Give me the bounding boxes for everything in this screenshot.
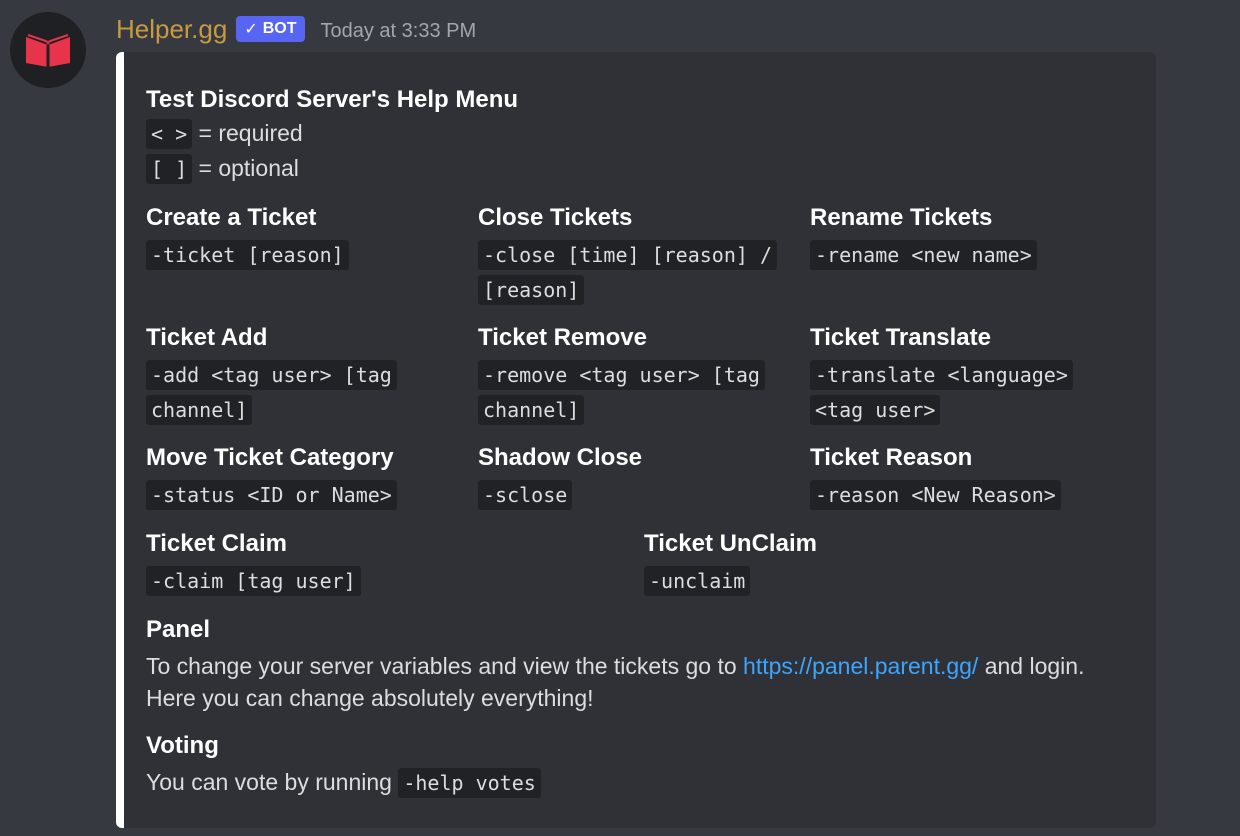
panel-text: To change your server variables and view… (146, 650, 1106, 714)
field-name: Ticket Translate (810, 324, 991, 351)
bot-tag: ✓ BOT (236, 16, 305, 42)
command-code: -reason <New Reason> (810, 480, 1061, 510)
voting-text: You can vote by running -help votes (146, 766, 1106, 800)
embed-title: Test Discord Server's Help Menu (146, 86, 519, 113)
field-ticket-add: Ticket Add -add <tag user> [tag channel] (146, 322, 438, 428)
legend-optional-text: = optional (192, 155, 299, 181)
voting-command-code: -help votes (398, 768, 541, 798)
command-code: -translate <language> <tag user> (810, 360, 1073, 425)
field-panel: Panel To change your server variables an… (146, 614, 1106, 714)
message-header: Helper.gg ✓ BOT Today at 3:33 PM (116, 12, 476, 46)
field-value: -rename <new name> (810, 238, 1120, 273)
field-name: Ticket Add (146, 324, 268, 351)
book-logo-icon (26, 34, 70, 67)
command-code: -close [time] [reason] / [reason] (478, 240, 777, 305)
panel-text-before: To change your server variables and view… (146, 653, 744, 679)
command-code: -ticket [reason] (146, 240, 349, 270)
field-value: -ticket [reason] (146, 238, 446, 273)
field-value: -status <ID or Name> (146, 478, 456, 513)
field-ticket-translate: Ticket Translate -translate <language> <… (810, 322, 1110, 428)
voting-text-label: You can vote by running (146, 769, 399, 795)
embed-content: Test Discord Server's Help Menu < > = re… (146, 84, 1136, 186)
field-name: Close Tickets (478, 204, 633, 231)
legend-required-code: < > (146, 119, 193, 149)
bot-tag-label: BOT (262, 20, 297, 37)
field-ticket-unclaim: Ticket UnClaim -unclaim (644, 528, 1104, 599)
field-rename-tickets: Rename Tickets -rename <new name> (810, 202, 1120, 273)
field-name: Voting (146, 732, 219, 759)
command-code: -status <ID or Name> (146, 480, 397, 510)
command-code: -sclose (478, 480, 573, 510)
field-name: Move Ticket Category (146, 444, 394, 471)
field-value: -close [time] [reason] / [reason] (478, 238, 796, 308)
field-close-tickets: Close Tickets -close [time] [reason] / [… (478, 202, 796, 308)
legend-optional-code: [ ] (146, 154, 193, 184)
command-code: -claim [tag user] (146, 566, 361, 596)
username[interactable]: Helper.gg (116, 14, 227, 45)
help-embed: Test Discord Server's Help Menu < > = re… (116, 52, 1156, 828)
field-move-ticket-category: Move Ticket Category -status <ID or Name… (146, 442, 456, 513)
command-code: -unclaim (644, 566, 751, 596)
field-name: Shadow Close (478, 444, 643, 471)
embed-accent-bar (116, 52, 124, 828)
field-name: Ticket Reason (810, 444, 973, 471)
panel-link[interactable]: https://panel.parent.gg/ (743, 653, 978, 679)
legend-required-text: = required (192, 120, 303, 146)
legend-optional: [ ] = optional (146, 151, 1136, 186)
field-value: -add <tag user> [tag channel] (146, 358, 438, 428)
avatar[interactable] (10, 12, 86, 88)
legend-required: < > = required (146, 116, 1136, 151)
field-value: -unclaim (644, 564, 1104, 599)
verified-check-icon: ✓ (244, 21, 258, 38)
field-voting: Voting You can vote by running -help vot… (146, 730, 1106, 800)
field-ticket-claim: Ticket Claim -claim [tag user] (146, 528, 606, 599)
field-ticket-reason: Ticket Reason -reason <New Reason> (810, 442, 1120, 513)
command-code: -rename <new name> (810, 240, 1037, 270)
timestamp[interactable]: Today at 3:33 PM (321, 20, 477, 43)
field-shadow-close: Shadow Close -sclose (478, 442, 788, 513)
field-ticket-remove: Ticket Remove -remove <tag user> [tag ch… (478, 322, 804, 428)
field-create-ticket: Create a Ticket -ticket [reason] (146, 202, 446, 273)
field-name: Create a Ticket (146, 204, 317, 231)
field-value: -remove <tag user> [tag channel] (478, 358, 804, 428)
field-value: -claim [tag user] (146, 564, 606, 599)
field-name: Ticket Claim (146, 530, 287, 557)
command-code: -remove <tag user> [tag channel] (478, 360, 765, 425)
field-value: -sclose (478, 478, 788, 513)
field-name: Rename Tickets (810, 204, 993, 231)
field-value: -translate <language> <tag user> (810, 358, 1110, 428)
field-name: Panel (146, 616, 211, 643)
field-value: -reason <New Reason> (810, 478, 1120, 513)
field-name: Ticket UnClaim (644, 530, 817, 557)
command-code: -add <tag user> [tag channel] (146, 360, 397, 425)
field-name: Ticket Remove (478, 324, 647, 351)
